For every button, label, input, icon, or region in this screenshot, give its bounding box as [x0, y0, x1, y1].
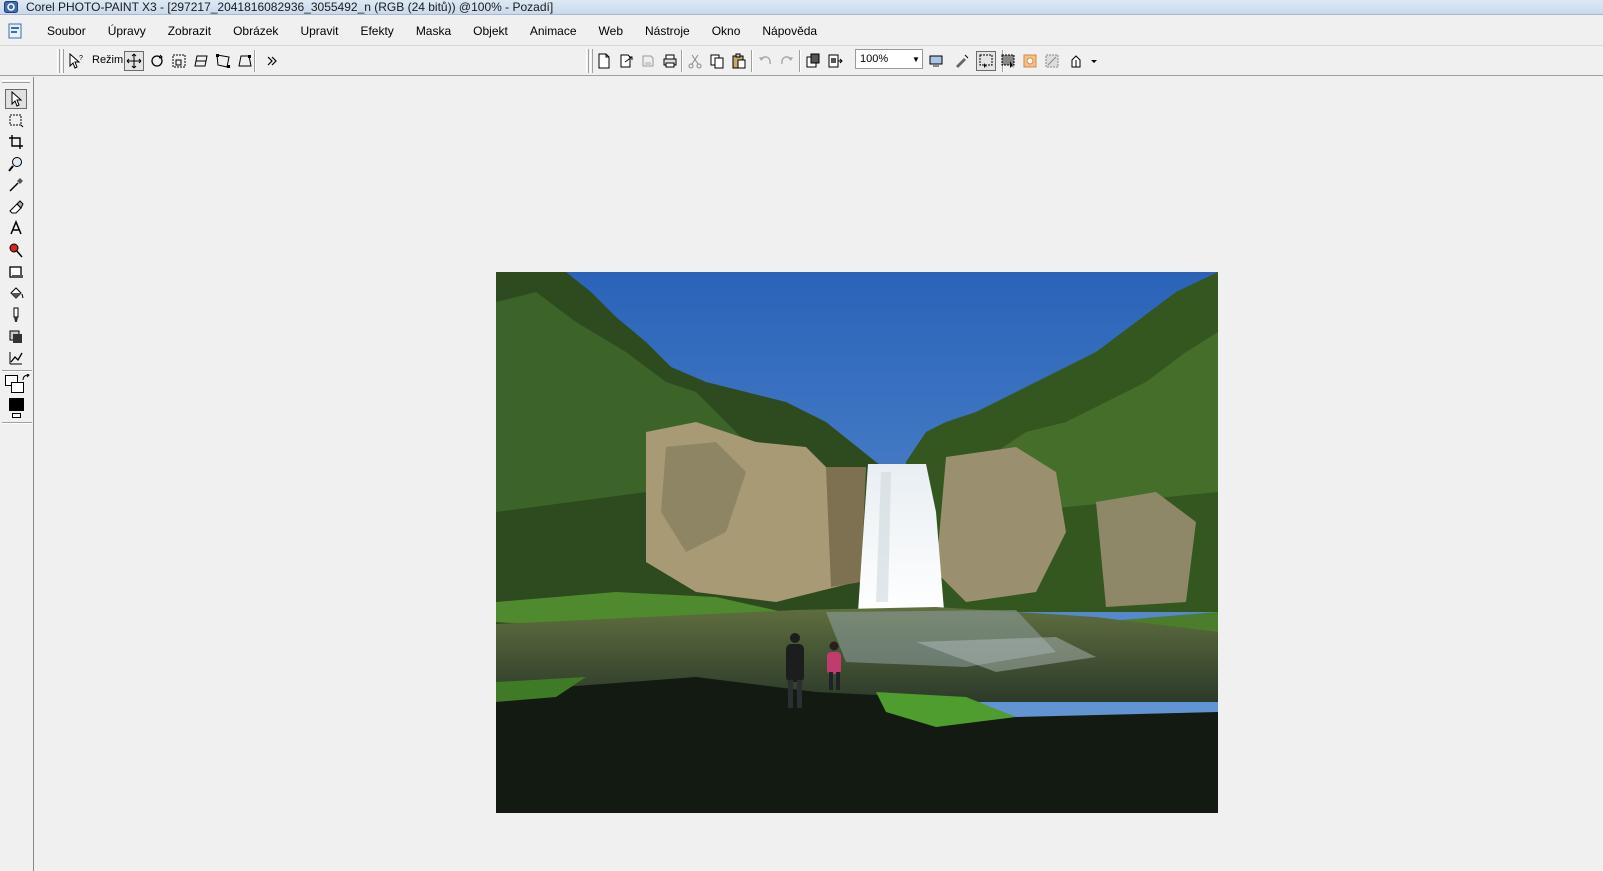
chevron-down-icon[interactable]: ▼	[910, 55, 922, 64]
toolbar-separator	[681, 50, 683, 72]
object-marquee-icon[interactable]	[998, 51, 1018, 71]
menu-obrazek[interactable]: Obrázek	[222, 24, 289, 38]
menu-nastroje[interactable]: Nástroje	[634, 24, 701, 38]
waterfall-landscape-image	[496, 272, 1218, 813]
menu-animace[interactable]: Animace	[519, 24, 588, 38]
toolbox-grip[interactable]	[2, 80, 30, 83]
transform-position-icon[interactable]	[124, 51, 144, 71]
paint-color-swatch[interactable]	[9, 398, 24, 411]
transform-scale-icon[interactable]	[169, 51, 189, 71]
swap-colors-icon[interactable]	[22, 371, 30, 381]
full-screen-icon[interactable]	[926, 51, 946, 71]
zoom-level-dropdown[interactable]: 100% ▼	[855, 49, 923, 69]
reset-colors-icon[interactable]	[12, 413, 21, 418]
title-bar: Corel PHOTO-PAINT X3 - [297217_204181608…	[0, 0, 1603, 15]
transform-distort-icon[interactable]	[213, 51, 233, 71]
more-icon[interactable]	[262, 51, 282, 71]
checkpoint-icon[interactable]	[1042, 51, 1062, 71]
document-icon[interactable]	[8, 23, 22, 39]
menu-objekt[interactable]: Objekt	[462, 24, 519, 38]
menu-zobrazit[interactable]: Zobrazit	[157, 24, 222, 38]
menu-bar: Soubor Úpravy Zobrazit Obrázek Upravit E…	[0, 16, 1603, 46]
menu-upravit[interactable]: Upravit	[289, 24, 349, 38]
fill-tool-icon[interactable]	[5, 283, 27, 303]
transform-perspective-icon[interactable]	[235, 51, 255, 71]
workspace[interactable]	[35, 77, 1603, 871]
eyedropper-tool-icon[interactable]	[5, 175, 27, 195]
paint-tool-icon[interactable]	[5, 305, 27, 325]
menu-maska[interactable]: Maska	[405, 24, 462, 38]
eraser-tool-icon[interactable]	[5, 197, 27, 217]
menu-okno[interactable]: Okno	[701, 24, 752, 38]
import-icon[interactable]	[803, 51, 823, 71]
color-icon[interactable]	[1066, 51, 1086, 71]
crop-tool-icon[interactable]	[5, 132, 27, 152]
menu-efekty[interactable]: Efekty	[349, 24, 404, 38]
mask-marquee-icon[interactable]	[976, 51, 996, 71]
property-bar-grip[interactable]	[57, 49, 60, 73]
toolbar: ? Režim	[0, 46, 1603, 76]
corel-app-icon[interactable]	[4, 1, 18, 13]
text-tool-icon[interactable]	[5, 218, 27, 238]
fill-color-swatch[interactable]	[11, 382, 24, 393]
rectangle-tool-icon[interactable]	[5, 262, 27, 282]
copy-icon[interactable]	[707, 51, 727, 71]
image-canvas[interactable]	[496, 272, 1218, 813]
red-eye-tool-icon[interactable]	[5, 240, 27, 260]
zoom-tool-icon[interactable]	[5, 154, 27, 174]
toolbox	[0, 77, 34, 871]
save-icon[interactable]	[638, 51, 658, 71]
standard-bar-grip[interactable]	[586, 49, 589, 73]
mask-overlay-icon[interactable]	[1020, 51, 1040, 71]
effect-tool-icon[interactable]	[5, 327, 27, 347]
menu-soubor[interactable]: Soubor	[36, 24, 97, 38]
mode-label: Režim	[92, 54, 124, 66]
zoom-level-value: 100%	[860, 53, 889, 65]
menu-upravy[interactable]: Úpravy	[97, 24, 157, 38]
image-sprayer-icon[interactable]	[5, 348, 27, 368]
rectangle-mask-icon[interactable]	[5, 110, 27, 130]
menu-web[interactable]: Web	[588, 24, 634, 38]
launcher-icon[interactable]	[952, 51, 972, 71]
toolbar-separator	[751, 50, 753, 72]
toolbox-divider	[2, 422, 32, 424]
redo-icon[interactable]	[777, 51, 797, 71]
print-icon[interactable]	[660, 51, 680, 71]
window-title: Corel PHOTO-PAINT X3 - [297217_204181608…	[26, 0, 554, 14]
menu-napoveda[interactable]: Nápověda	[751, 24, 828, 38]
paste-icon[interactable]	[729, 51, 749, 71]
export-icon[interactable]	[825, 51, 845, 71]
svg-text:?: ?	[79, 55, 83, 62]
open-icon[interactable]	[616, 51, 636, 71]
new-icon[interactable]	[594, 51, 614, 71]
object-pick-help-icon[interactable]: ?	[66, 51, 86, 71]
undo-icon[interactable]	[755, 51, 775, 71]
cut-icon[interactable]	[685, 51, 705, 71]
toolbar-separator	[254, 50, 256, 72]
transform-skew-icon[interactable]	[191, 51, 211, 71]
transform-rotate-icon[interactable]	[147, 51, 167, 71]
color-dropdown-arrow[interactable]	[1089, 51, 1099, 71]
standard-bar-grip-2[interactable]	[590, 49, 593, 73]
pick-tool-icon[interactable]	[5, 89, 27, 109]
toolbar-separator	[799, 50, 801, 72]
property-bar-grip-2[interactable]	[61, 49, 64, 73]
